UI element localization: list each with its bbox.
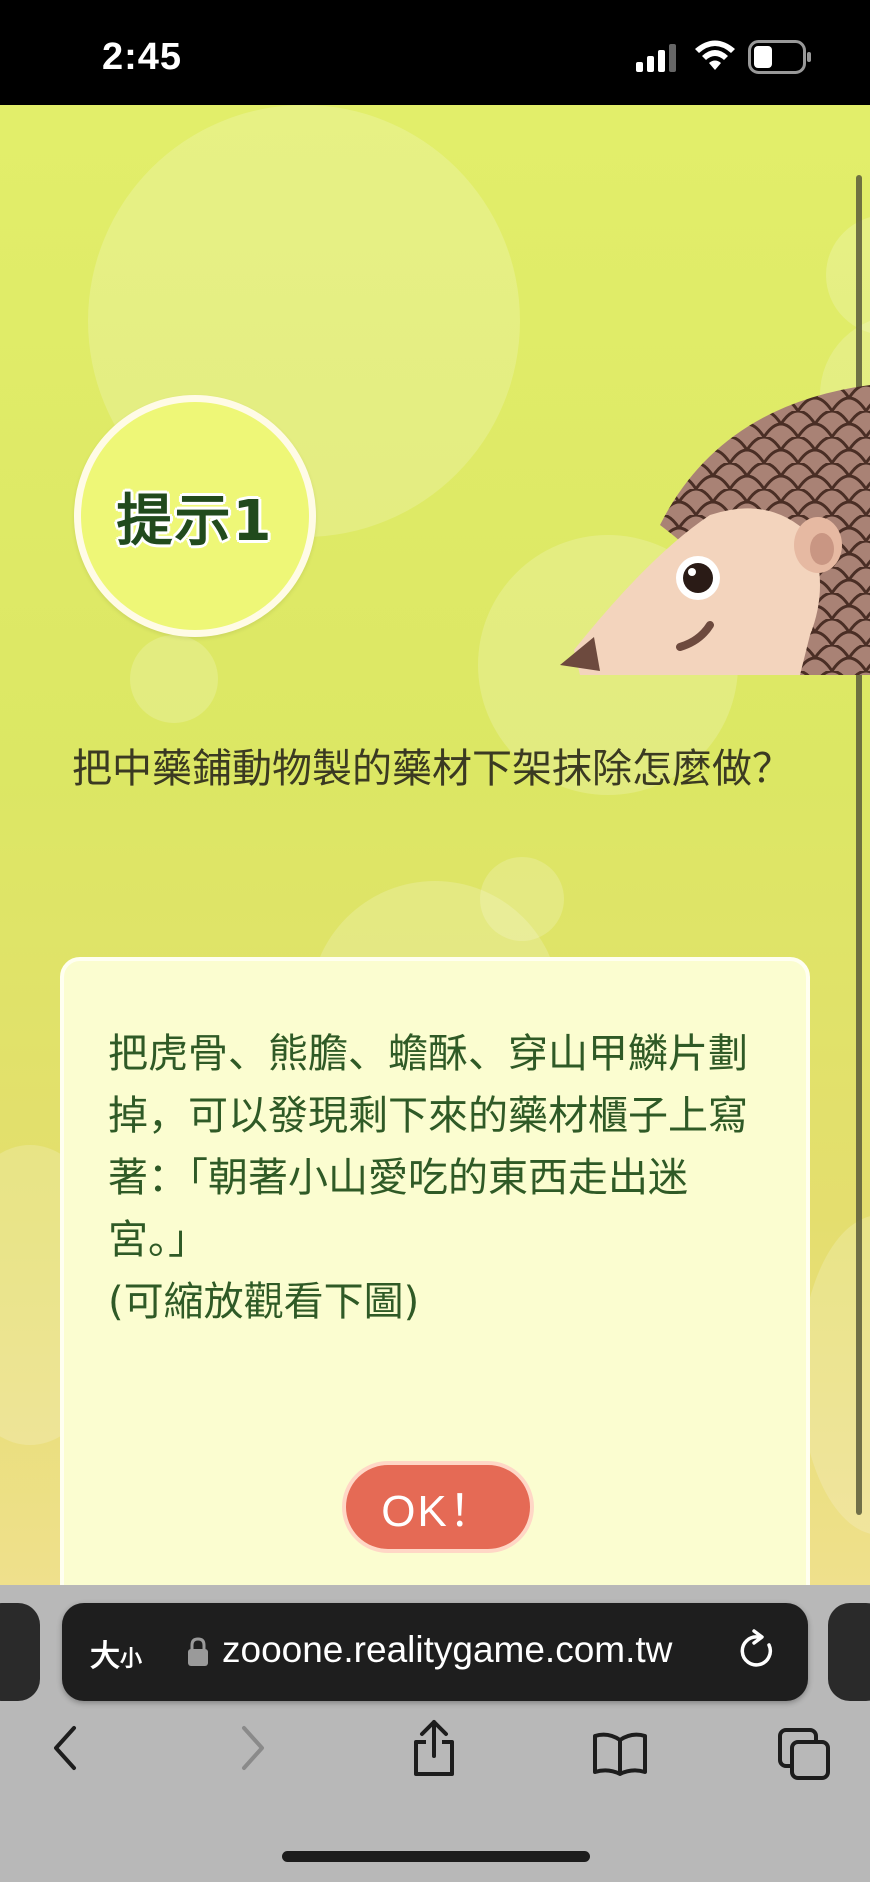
hint-badge: 提示1 <box>74 395 316 637</box>
url-text[interactable]: zooone.realitygame.com.tw <box>222 1629 672 1671</box>
battery-icon <box>748 40 811 74</box>
ok-button[interactable]: OK！ <box>342 1461 534 1553</box>
forward-icon[interactable] <box>238 1724 268 1772</box>
share-icon[interactable] <box>410 1718 458 1778</box>
tabs-icon[interactable] <box>778 1728 830 1780</box>
answer-text: 把虎骨、熊膽、蟾酥、穿山甲鱗片劃掉，可以發現剩下來的藥材櫃子上寫著：「朝著小山愛… <box>108 1031 748 1325</box>
question-text: 把中藥鋪動物製的藥材下架抹除怎麼做？ <box>72 746 792 792</box>
pangolin-illustration <box>560 385 870 675</box>
scroll-indicator[interactable] <box>856 175 862 1515</box>
hint-badge-label: 提示1 <box>116 488 274 554</box>
next-tab-peek[interactable] <box>828 1603 870 1701</box>
lock-icon <box>188 1637 208 1666</box>
status-bar: 2:45 <box>0 0 870 105</box>
back-icon[interactable] <box>50 1724 80 1772</box>
status-time: 2:45 <box>102 36 183 78</box>
answer-card: 把虎骨、熊膽、蟾酥、穿山甲鱗片劃掉，可以發現剩下來的藥材櫃子上寫著：「朝著小山愛… <box>60 957 810 1585</box>
reload-icon[interactable] <box>738 1629 778 1673</box>
wifi-icon <box>695 40 735 70</box>
address-bar[interactable]: 大小 zooone.realitygame.com.tw <box>62 1603 808 1701</box>
bookmarks-icon[interactable] <box>592 1732 648 1776</box>
previous-tab-peek[interactable] <box>0 1603 40 1701</box>
signal-icon <box>636 44 676 72</box>
text-size-button[interactable]: 大小 <box>90 1631 142 1675</box>
game-area[interactable]: 提示1 把中藥鋪動物製的藥材下架抹除怎麼做？ 把虎骨、熊膽、蟾酥、穿山甲鱗片劃掉… <box>0 105 870 1585</box>
home-indicator <box>282 1851 590 1862</box>
bg-bubble <box>130 635 218 723</box>
bg-bubble <box>826 215 870 335</box>
